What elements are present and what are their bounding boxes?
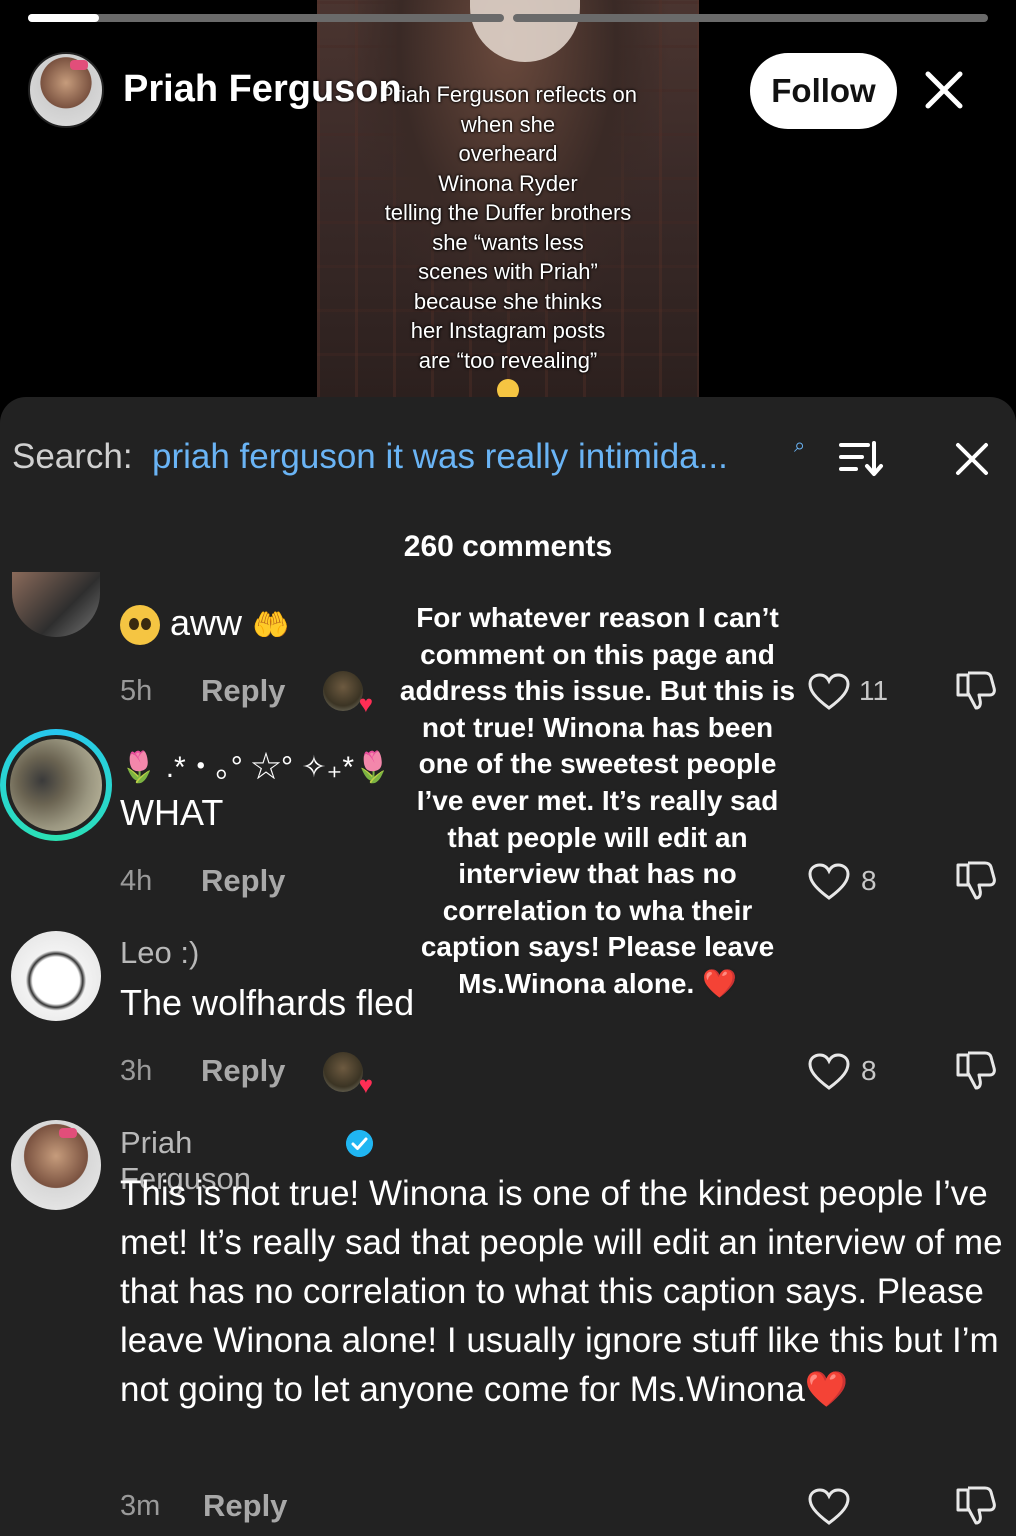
search-bar[interactable]: Search: priah ferguson it was really int…	[12, 433, 1012, 481]
comment-emoji-line: 🌷 .*・｡° ☆° ✧₊*🌷	[120, 751, 392, 784]
heart-outline-icon[interactable]	[808, 1488, 850, 1526]
like-count: 11	[859, 675, 889, 706]
heart-icon: ♥	[358, 691, 373, 718]
close-icon[interactable]	[922, 68, 966, 112]
creator-liked-avatar: ♥	[323, 671, 373, 717]
comment-text: This is not true! Winona is one of the k…	[120, 1174, 1003, 1409]
heart-outline-icon[interactable]	[808, 1053, 850, 1091]
thumbs-down-icon[interactable]	[954, 1049, 998, 1091]
story-progress-segment-1	[28, 14, 504, 22]
story-progress-segment-2	[513, 14, 988, 22]
comment-time: 4h	[120, 865, 153, 897]
avatar[interactable]	[0, 729, 112, 841]
comments-sheet: Search: priah ferguson it was really int…	[0, 397, 1016, 1536]
video-player[interactable]: Priah Ferguson reflects on when she over…	[0, 0, 1016, 405]
comment-time: 3m	[120, 1490, 161, 1522]
video-caption: Priah Ferguson reflects on when she over…	[317, 80, 699, 401]
comment-time: 3h	[120, 1055, 153, 1087]
pleading-face-emoji-icon	[120, 605, 160, 646]
follow-button[interactable]: Follow	[750, 53, 897, 129]
search-icon: ⌕	[794, 435, 806, 457]
heart-hands-emoji-icon: 🤲	[252, 609, 290, 642]
profile-avatar[interactable]	[28, 52, 104, 128]
comment-time: 5h	[120, 675, 153, 707]
heart-icon: ♥	[358, 1072, 373, 1099]
like-count: 8	[861, 1055, 877, 1086]
avatar[interactable]	[11, 931, 101, 1021]
profile-name[interactable]: Priah Ferguson	[123, 68, 402, 111]
like-count: 8	[861, 865, 877, 896]
verified-badge-icon	[346, 1130, 373, 1157]
comment-text: WHAT	[120, 792, 224, 833]
heart-outline-icon[interactable]	[808, 673, 850, 711]
reply-button[interactable]: Reply	[201, 673, 285, 709]
search-query-link[interactable]: priah ferguson it was really intimida...	[152, 437, 728, 477]
reply-button[interactable]: Reply	[203, 1488, 287, 1524]
overlay-statement: For whatever reason I can’t comment on t…	[399, 602, 796, 999]
comment-text: The wolfhards fled	[120, 982, 415, 1023]
thumbs-down-icon[interactable]	[954, 669, 998, 711]
avatar[interactable]	[12, 572, 100, 637]
comment-count: 260 comments	[403, 530, 613, 563]
reply-button[interactable]: Reply	[201, 1053, 285, 1089]
creator-liked-avatar: ♥	[323, 1052, 373, 1098]
reply-button[interactable]: Reply	[201, 863, 285, 899]
sort-icon[interactable]	[838, 439, 884, 479]
close-comments-icon[interactable]	[954, 441, 990, 477]
comment-text: aww 🤲	[120, 602, 290, 646]
heart-outline-icon[interactable]	[808, 863, 850, 901]
search-label: Search:	[12, 437, 133, 476]
comment-username[interactable]: Leo :)	[120, 935, 199, 971]
thumbs-down-icon[interactable]	[954, 1484, 998, 1526]
avatar[interactable]	[11, 1120, 101, 1210]
thumbs-down-icon[interactable]	[954, 859, 998, 901]
